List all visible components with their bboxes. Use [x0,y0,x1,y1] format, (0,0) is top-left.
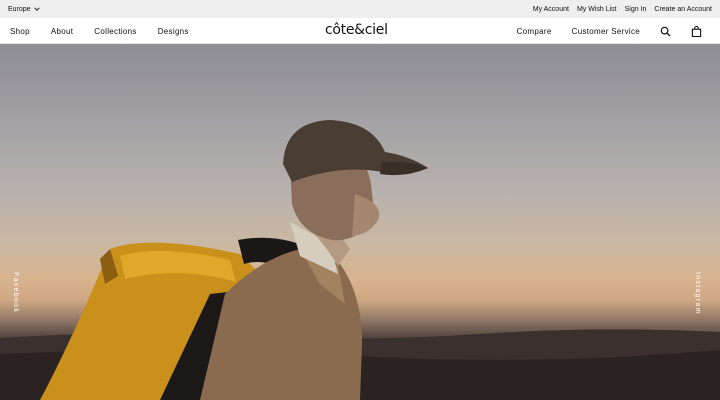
hero-photo [0,120,720,400]
facebook-link[interactable]: Facebook [12,272,19,313]
nav-customer-service[interactable]: Customer Service [572,27,640,36]
primary-menu: Shop About Collections Designs [10,18,189,44]
main-nav: Shop About Collections Designs côte&ciel… [0,18,720,44]
nav-shop[interactable]: Shop [10,27,30,36]
region-selector[interactable]: Europe [8,6,40,13]
hero-banner: Facebook Instagram [0,44,720,400]
my-wish-list-link[interactable]: My Wish List [577,6,617,13]
brand-logo[interactable]: côte&ciel [325,22,388,38]
search-icon[interactable] [660,26,671,37]
nav-compare[interactable]: Compare [517,27,552,36]
my-account-link[interactable]: My Account [533,6,569,13]
nav-designs[interactable]: Designs [158,27,189,36]
nav-collections[interactable]: Collections [94,27,136,36]
secondary-menu: Compare Customer Service [517,18,702,44]
shopping-bag-icon[interactable] [691,25,702,37]
account-links: My Account My Wish List Sign In Create a… [533,6,712,13]
sign-in-link[interactable]: Sign In [625,6,647,13]
instagram-link[interactable]: Instagram [694,272,701,315]
chevron-down-icon [33,7,40,11]
utility-bar: Europe My Account My Wish List Sign In C… [0,0,720,18]
create-account-link[interactable]: Create an Account [654,6,712,13]
region-label: Europe [8,5,31,13]
nav-about[interactable]: About [51,27,73,36]
